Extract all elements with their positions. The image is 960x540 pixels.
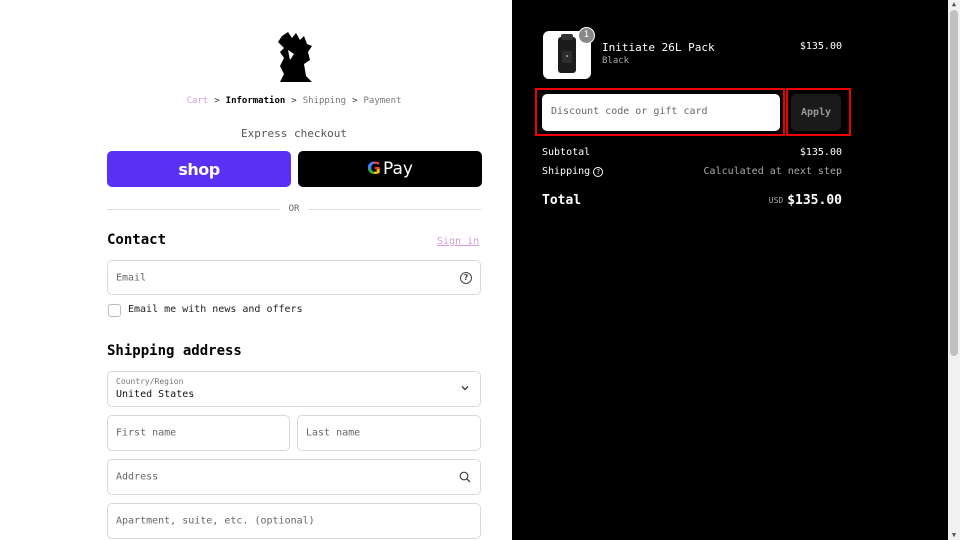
shop-pay-label: shop <box>178 159 220 179</box>
chevron-right-icon: > <box>214 96 220 106</box>
discount-code-input[interactable]: Discount code or gift card <box>542 94 780 131</box>
help-icon[interactable]: ? <box>593 167 604 177</box>
email-placeholder: Email <box>116 272 147 283</box>
address-field[interactable]: Address <box>107 459 481 495</box>
page-scrollbar[interactable]: ▲ ▼ <box>948 0 960 540</box>
total-currency: USD <box>768 196 784 205</box>
total-amount: USD $135.00 <box>769 193 842 208</box>
quantity-badge: 1 <box>578 27 595 44</box>
google-pay-label: Pay <box>383 159 413 179</box>
order-summary-panel <box>512 0 948 540</box>
total-value: $135.00 <box>787 193 842 208</box>
breadcrumb-payment: Payment <box>363 96 402 106</box>
country-value: United States <box>116 389 195 400</box>
contact-heading: Contact <box>107 232 167 248</box>
chevron-down-icon <box>461 386 469 391</box>
email-field[interactable]: Email ? <box>107 260 481 295</box>
breadcrumb-information: Information <box>225 96 286 106</box>
shipping-row-label: Shipping? <box>542 166 604 177</box>
country-label: Country/Region <box>116 377 184 386</box>
newsletter-checkbox-label[interactable]: Email me with news and offers <box>128 304 303 315</box>
breadcrumb: Cart > Information > Shipping > Payment <box>0 96 588 106</box>
chevron-right-icon: > <box>291 96 297 106</box>
apartment-field[interactable]: Apartment, suite, etc. (optional) <box>107 503 481 539</box>
discount-placeholder: Discount code or gift card <box>551 106 708 117</box>
help-icon[interactable]: ? <box>460 271 472 284</box>
scroll-down-arrow-icon[interactable]: ▼ <box>950 531 958 539</box>
brand-logo <box>278 32 312 82</box>
google-g-icon: G <box>367 159 381 179</box>
product-price: $135.00 <box>799 41 842 52</box>
shipping-address-heading: Shipping address <box>107 343 242 359</box>
product-variant: Black <box>602 56 630 66</box>
chevron-right-icon: > <box>352 96 358 106</box>
total-label: Total <box>542 193 582 208</box>
search-icon <box>459 471 471 483</box>
divider-line <box>107 208 280 210</box>
shipping-label: Shipping <box>542 166 591 177</box>
or-divider: OR <box>107 203 481 215</box>
last-name-placeholder: Last name <box>306 427 361 439</box>
subtotal-value: $135.00 <box>799 147 842 158</box>
scrollbar-thumb[interactable] <box>950 10 958 356</box>
last-name-field[interactable]: Last name <box>297 415 481 451</box>
subtotal-label: Subtotal <box>542 147 591 158</box>
sign-in-link[interactable]: Sign in <box>437 236 479 247</box>
first-name-placeholder: First name <box>116 427 177 439</box>
apartment-placeholder: Apartment, suite, etc. (optional) <box>116 515 315 527</box>
shipping-value: Calculated at next step <box>703 166 842 177</box>
checkout-main-panel: Cart > Information > Shipping > Payment Expres… <box>0 0 512 540</box>
breadcrumb-shipping: Shipping <box>302 96 347 106</box>
product-name: Initiate 26L Pack <box>602 41 715 54</box>
divider-line <box>308 208 481 210</box>
address-placeholder: Address <box>116 471 159 483</box>
country-select[interactable]: Country/Region United States <box>107 371 481 407</box>
express-checkout-label: Express checkout <box>241 127 347 140</box>
scroll-up-arrow-icon[interactable]: ▲ <box>950 0 958 8</box>
first-name-field[interactable]: First name <box>107 415 290 451</box>
breadcrumb-cart-link[interactable]: Cart <box>187 96 209 106</box>
shop-pay-button[interactable]: shop <box>107 151 291 187</box>
newsletter-checkbox[interactable] <box>108 304 121 317</box>
google-pay-button[interactable]: G Pay <box>298 151 482 187</box>
apply-button[interactable]: Apply <box>791 94 841 131</box>
or-label: OR <box>288 204 300 214</box>
